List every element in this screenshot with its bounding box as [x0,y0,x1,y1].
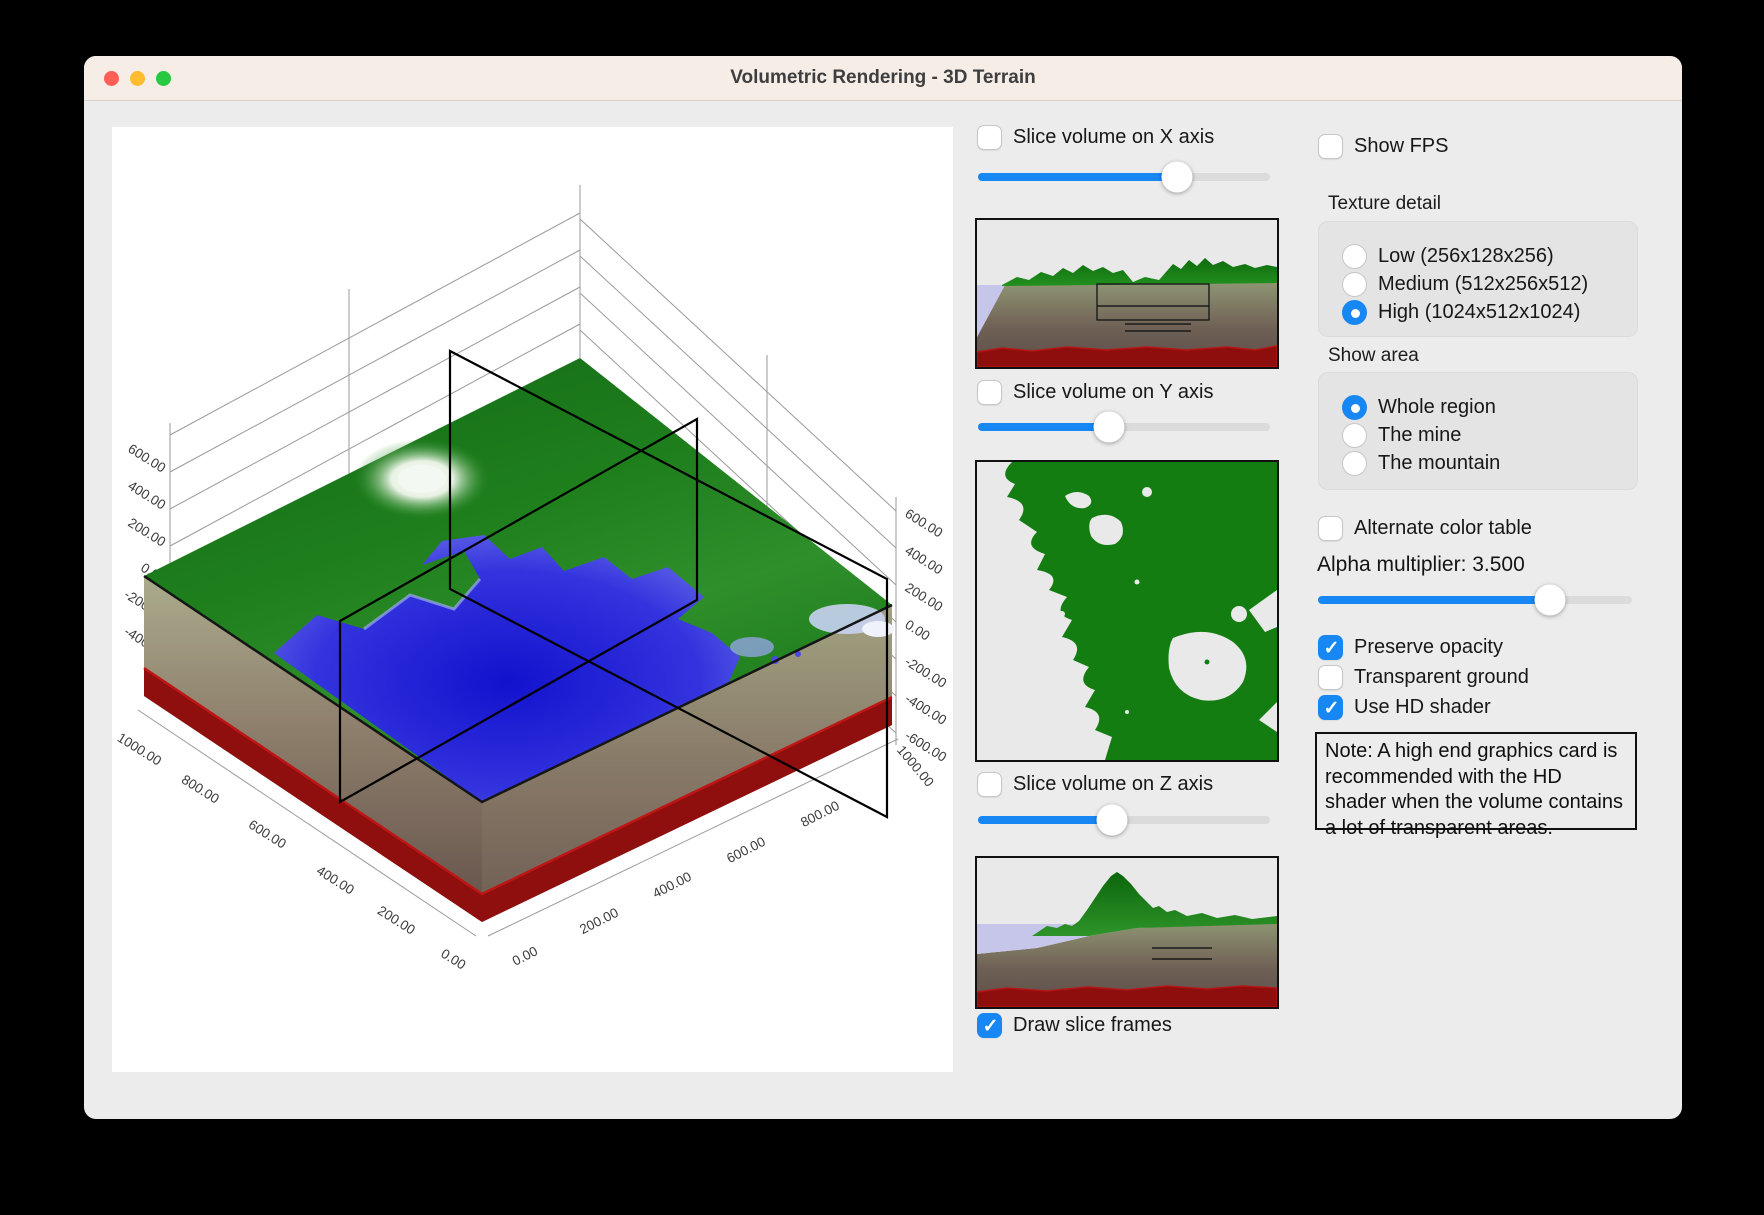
texture-high-radio[interactable] [1342,300,1367,325]
texture-high-label: High (1024x512x1024) [1378,301,1580,324]
slice-z-label: Slice volume on Z axis [1013,773,1213,796]
alpha-multiplier-label: Alpha multiplier: 3.500 [1317,553,1525,577]
slice-y-row: Slice volume on Y axis [977,379,1213,406]
texture-medium-row: Medium (512x256x512) [1342,271,1588,297]
tick-label: -400.00 [902,691,949,728]
traffic-lights [84,56,171,100]
show-fps-label: Show FPS [1354,135,1448,158]
tick-label: 800.00 [179,772,222,807]
preserve-opacity-checkbox[interactable] [1318,635,1343,660]
y-slice-preview [975,460,1279,762]
tick-label: 200.00 [125,515,168,550]
texture-low-radio[interactable] [1342,244,1367,269]
slice-x-checkbox[interactable] [977,125,1002,150]
texture-detail-title: Texture detail [1328,193,1441,215]
z-slice-preview [975,856,1279,1009]
tick-label: 600.00 [125,441,168,476]
tick-label: 600.00 [246,817,289,852]
slice-x-label: Slice volume on X axis [1013,126,1214,149]
texture-medium-radio[interactable] [1342,272,1367,297]
draw-frames-label: Draw slice frames [1013,1014,1172,1037]
title-bar[interactable]: Volumetric Rendering - 3D Terrain [84,56,1682,101]
draw-frames-row: Draw slice frames [977,1012,1172,1039]
app-window: Volumetric Rendering - 3D Terrain [84,56,1682,1119]
texture-low-row: Low (256x128x256) [1342,243,1554,269]
close-button[interactable] [104,71,119,86]
texture-medium-label: Medium (512x256x512) [1378,273,1588,296]
alpha-slider-thumb[interactable] [1535,585,1566,616]
slice-z-row: Slice volume on Z axis [977,771,1213,798]
area-whole-label: Whole region [1378,396,1496,419]
tick-label: 0.00 [510,943,540,968]
slice-y-checkbox[interactable] [977,380,1002,405]
tick-label: 600.00 [724,834,768,866]
tick-label: 400.00 [650,869,694,901]
tick-label: 800.00 [798,798,842,830]
preserve-opacity-row: Preserve opacity [1318,634,1503,661]
transparent-ground-row: Transparent ground [1318,664,1529,691]
tick-label: 200.00 [375,903,418,938]
show-fps-row: Show FPS [1318,133,1448,160]
slice-x-slider[interactable] [978,161,1270,193]
use-hd-shader-checkbox[interactable] [1318,695,1343,720]
slice-x-slider-thumb[interactable] [1161,162,1192,193]
use-hd-shader-row: Use HD shader [1318,694,1491,721]
preserve-opacity-label: Preserve opacity [1354,636,1503,659]
alpha-slider[interactable] [1318,584,1632,616]
hd-shader-note: Note: A high end graphics card is recomm… [1315,732,1637,830]
tick-label: 400.00 [314,863,357,898]
minimize-button[interactable] [130,71,145,86]
tick-label: 400.00 [125,478,168,513]
area-mine-row: The mine [1342,422,1461,448]
tick-label: 400.00 [902,543,945,578]
alternate-color-row: Alternate color table [1318,515,1532,542]
tick-label: 0.00 [438,946,468,973]
slice-y-slider[interactable] [978,411,1270,443]
show-area-title: Show area [1328,345,1419,367]
tick-label: -200.00 [902,654,949,691]
tick-label: 0.00 [902,617,932,644]
alternate-color-label: Alternate color table [1354,517,1532,540]
terrain-render: 600.00 400.00 200.00 0.00 -200.00 -400.0… [112,127,953,1072]
area-mountain-label: The mountain [1378,452,1500,475]
area-mine-label: The mine [1378,424,1461,447]
slice-y-slider-thumb[interactable] [1094,412,1125,443]
texture-high-row: High (1024x512x1024) [1342,299,1580,325]
area-whole-row: Whole region [1342,394,1496,420]
zoom-button[interactable] [156,71,171,86]
terrain-3d-viewport[interactable]: 600.00 400.00 200.00 0.00 -200.00 -400.0… [112,127,953,1072]
area-mountain-row: The mountain [1342,450,1500,476]
alternate-color-checkbox[interactable] [1318,516,1343,541]
draw-frames-checkbox[interactable] [977,1013,1002,1038]
area-whole-radio[interactable] [1342,395,1367,420]
x-slice-preview [975,218,1279,369]
slice-x-row: Slice volume on X axis [977,124,1214,151]
window-title: Volumetric Rendering - 3D Terrain [730,67,1035,89]
show-fps-checkbox[interactable] [1318,134,1343,159]
screen: Volumetric Rendering - 3D Terrain [0,0,1764,1215]
area-mountain-radio[interactable] [1342,451,1367,476]
area-mine-radio[interactable] [1342,423,1367,448]
slice-z-slider[interactable] [978,804,1270,836]
tick-label: 1000.00 [115,730,164,769]
texture-low-label: Low (256x128x256) [1378,245,1554,268]
slice-z-checkbox[interactable] [977,772,1002,797]
slice-y-label: Slice volume on Y axis [1013,381,1213,404]
tick-label: 600.00 [902,506,945,541]
tick-label: 200.00 [902,580,945,615]
tick-label: 200.00 [577,905,621,937]
transparent-ground-checkbox[interactable] [1318,665,1343,690]
slice-z-slider-thumb[interactable] [1097,805,1128,836]
use-hd-shader-label: Use HD shader [1354,696,1491,719]
transparent-ground-label: Transparent ground [1354,666,1529,689]
